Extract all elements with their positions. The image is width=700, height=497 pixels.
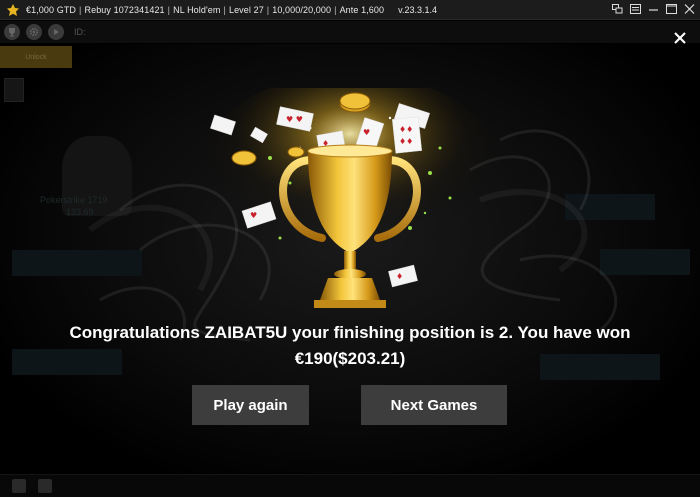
svg-text:♦: ♦ (396, 272, 403, 281)
bottom-bar (0, 474, 700, 497)
play-icon[interactable] (48, 24, 64, 40)
background-player-chips: 133.69 (66, 207, 94, 217)
seat-bar (12, 250, 142, 276)
popup-close-icon[interactable] (672, 30, 688, 46)
table-toolbar: ID: (0, 21, 700, 43)
table-id-label: ID: (74, 27, 86, 37)
maximize-icon[interactable] (664, 2, 678, 16)
play-again-button[interactable]: Play again (192, 385, 309, 425)
svg-text:♦♦: ♦♦ (399, 125, 413, 134)
congratulations-message: Congratulations ZAIBAT5U your finishing … (0, 320, 700, 372)
title-blinds: 10,000/20,000 (272, 4, 332, 15)
minimize-icon[interactable] (646, 2, 660, 16)
list-icon[interactable] (628, 2, 642, 16)
restore-windows-icon[interactable] (610, 2, 624, 16)
title-ante: Ante 1,600 (339, 4, 385, 15)
svg-text:♥: ♥ (250, 211, 257, 220)
next-games-button[interactable]: Next Games (361, 385, 507, 425)
window-title: €1,000 GTD | Rebuy 1072341421 | NL Hold'em | L… (26, 4, 385, 15)
seat-bar (565, 194, 655, 220)
unlock-tab[interactable]: Unlock (0, 46, 72, 68)
svg-text:♥: ♥ (363, 128, 370, 137)
title-guarantee: €1,000 GTD (26, 4, 77, 15)
app-logo-icon (7, 3, 19, 16)
seat-bar (600, 249, 690, 275)
finishing-position-text: Congratulations ZAIBAT5U your finishing … (69, 323, 631, 342)
close-icon[interactable] (682, 2, 696, 16)
background-player-name: Pokerstrike 1719 (40, 195, 108, 205)
rocket-icon[interactable] (4, 78, 24, 102)
prize-amount-text: €190($203.21) (294, 349, 406, 368)
chat-icon[interactable] (38, 479, 52, 493)
svg-text:♥ ♥: ♥ ♥ (286, 115, 303, 124)
trophy-illustration: ♦♦♦♦ ♥ ♥ ♥ ♥ ♦ ♦ (200, 88, 500, 308)
svg-text:♦♦: ♦♦ (399, 137, 413, 146)
title-level: Level 27 (228, 4, 264, 15)
window-title-bar: €1,000 GTD | Rebuy 1072341421 | NL Hold'em | L… (0, 0, 700, 20)
title-game-type: NL Hold'em (173, 4, 221, 15)
trophy-icon[interactable] (4, 24, 20, 40)
gear-icon[interactable] (26, 24, 42, 40)
app-version: v.23.3.1.4 (398, 4, 437, 15)
info-icon[interactable] (12, 479, 26, 493)
title-tournament: Rebuy 1072341421 (84, 4, 165, 15)
